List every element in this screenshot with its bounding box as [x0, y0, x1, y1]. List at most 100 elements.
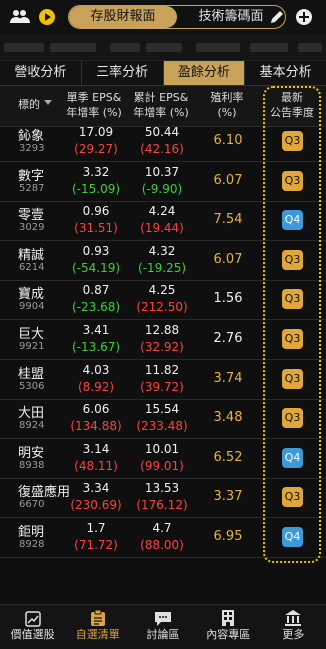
- add-circle-icon[interactable]: [294, 7, 314, 27]
- header-quarter-2: 公告季度: [270, 106, 314, 119]
- yield-value: 3.48: [213, 410, 243, 426]
- header-q-eps[interactable]: 單季 EPS&: [62, 91, 126, 105]
- cum-eps-value: 13.53: [144, 481, 180, 496]
- chat-icon: [130, 605, 195, 627]
- q-eps-value: 0.87: [82, 283, 110, 298]
- q-eps-yoy: (-23.68): [71, 300, 121, 315]
- cum-eps-yoy: (39.72): [140, 379, 184, 394]
- nav-watchlist[interactable]: 自選清單: [65, 605, 130, 649]
- nav-value-screen[interactable]: 價值選股: [0, 605, 65, 649]
- building-icon: [196, 605, 261, 627]
- q-eps-yoy: (134.88): [70, 419, 122, 434]
- ticker-blur: [4, 43, 44, 52]
- tab-fundamentals[interactable]: 基本分析: [245, 61, 326, 85]
- cum-eps-yoy: (32.92): [140, 340, 184, 354]
- segment-financial[interactable]: 存股財報面: [69, 6, 177, 28]
- tab-revenue[interactable]: 營收分析: [0, 61, 82, 85]
- table-row[interactable]: 數字 5287 3.32 (-15.09) 10.37 (-9.90) 6.07 Q3: [0, 162, 326, 202]
- yield-value: 1.56: [213, 291, 243, 307]
- cum-eps-yoy: (233.48): [136, 419, 188, 434]
- tab-earnings[interactable]: 盈餘分析: [163, 61, 246, 85]
- q-eps-value: 1.7: [86, 521, 106, 535]
- header-q-eps-yoy: 年增率 (%): [66, 106, 122, 119]
- stock-code: 9921: [19, 341, 45, 352]
- table-row[interactable]: 明安 8938 3.14 (48.11) 10.01 (99.01) 6.52 Q4: [0, 439, 326, 479]
- table-row[interactable]: 復盛應用 6670 3.34 (230.69) 13.53 (176.12) 3.37 Q3: [0, 478, 326, 519]
- stock-name: 零壹: [18, 208, 45, 224]
- table-row[interactable]: 巨大 9921 3.41 (-13.67) 12.88 (32.92) 2.76 Q3: [0, 320, 326, 360]
- table-header: 標的 單季 EPS& 年增率 (%) 累計 EPS& 年增率 (%) 殖利率 (…: [0, 86, 326, 127]
- table-row[interactable]: 大田 8924 6.06 (134.88) 15.54 (233.48) 3.48 Q3: [0, 399, 326, 440]
- stock-name: 寶成: [18, 287, 45, 303]
- clipboard-icon: [65, 605, 130, 627]
- nav-label: 內容專區: [206, 628, 251, 641]
- q-eps-value: 6.06: [82, 402, 110, 417]
- table-row[interactable]: 鉅明 8928 1.7 (71.72) 4.7 (88.00) 6.95 Q4: [0, 518, 326, 558]
- nav-more[interactable]: 更多: [261, 605, 326, 649]
- table-row[interactable]: 鈊象 3293 17.09 (29.27) 50.44 (42.16) 6.10 Q3: [0, 122, 326, 162]
- cum-eps-yoy: (-19.25): [137, 260, 187, 275]
- q-eps-yoy: (71.72): [74, 538, 118, 552]
- yield-value: 6.07: [213, 251, 243, 267]
- yield-value: 3.74: [213, 370, 243, 386]
- nav-label: 自選清單: [75, 628, 120, 641]
- header-name[interactable]: 標的: [14, 98, 44, 112]
- cum-eps-yoy: (42.16): [140, 142, 184, 156]
- quarter-badge: Q3: [282, 368, 303, 389]
- stock-name: 巨大: [18, 327, 45, 342]
- quarter-badge: Q3: [282, 408, 303, 429]
- stock-code: 8938: [19, 459, 45, 471]
- yield-value: 6.95: [213, 529, 243, 544]
- nav-label: 價值選股: [10, 628, 55, 641]
- table-row[interactable]: 桂盟 5306 4.03 (8.92) 11.82 (39.72) 3.74 Q3: [0, 360, 326, 400]
- ticker-blur: [146, 43, 182, 52]
- ticker-blur: [50, 43, 96, 52]
- q-eps-yoy: (-54.19): [71, 260, 121, 275]
- table-row[interactable]: 精誠 6214 0.93 (-54.19) 4.32 (-19.25) 6.07 Q3: [0, 241, 326, 281]
- quarter-badge: Q3: [282, 249, 303, 270]
- q-eps-yoy: (230.69): [70, 498, 122, 513]
- stock-code: 6214: [19, 261, 45, 273]
- cum-eps-yoy: (19.44): [140, 221, 184, 236]
- stock-code: 3293: [19, 143, 45, 154]
- q-eps-yoy: (31.51): [74, 221, 118, 236]
- play-circle-icon[interactable]: [37, 7, 57, 27]
- stock-code: 6670: [19, 499, 45, 511]
- header-yield[interactable]: 殖利率: [205, 91, 249, 105]
- pencil-icon[interactable]: [267, 7, 287, 27]
- stock-code: 9904: [19, 301, 45, 313]
- table-row[interactable]: 零壹 3029 0.96 (31.51) 4.24 (19.44) 7.54 Q4: [0, 201, 326, 242]
- nav-forum[interactable]: 討論區: [130, 605, 195, 649]
- header-cum-eps[interactable]: 累計 EPS&: [128, 91, 194, 105]
- header-quarter[interactable]: 最新: [266, 91, 318, 105]
- quarter-badge: Q4: [282, 210, 303, 231]
- q-eps-yoy: (8.92): [77, 379, 115, 394]
- stock-name: 鉅明: [18, 525, 45, 540]
- q-eps-value: 0.93: [82, 243, 110, 258]
- quarter-badge: Q3: [282, 289, 303, 310]
- nav-label: 更多: [282, 628, 305, 641]
- tab-margins[interactable]: 三率分析: [82, 61, 164, 85]
- users-icon[interactable]: [10, 7, 30, 27]
- analysis-tabs: 營收分析 三率分析 盈餘分析 基本分析: [0, 61, 326, 86]
- view-segment-control: 存股財報面 技術籌碼面: [68, 5, 286, 29]
- quarter-badge: Q3: [282, 131, 303, 151]
- header-cum-eps-yoy: 年增率 (%): [133, 106, 189, 119]
- yield-value: 6.10: [213, 133, 243, 148]
- quarter-badge: Q3: [282, 329, 303, 349]
- cum-eps-value: 12.88: [144, 323, 180, 337]
- q-eps-value: 17.09: [78, 125, 114, 139]
- sort-arrow-icon[interactable]: [44, 100, 52, 105]
- quarter-badge: Q4: [282, 447, 303, 468]
- quarter-badge: Q4: [282, 527, 303, 547]
- q-eps-value: 3.34: [82, 481, 110, 496]
- quarter-badge: Q3: [282, 170, 303, 191]
- table-row[interactable]: 寶成 9904 0.87 (-23.68) 4.25 (212.50) 1.56 Q3: [0, 280, 326, 321]
- ticker-blur: [110, 43, 140, 52]
- nav-content[interactable]: 內容專區: [196, 605, 261, 649]
- stock-name: 鈊象: [18, 129, 45, 144]
- header-yield-unit: (%): [217, 106, 237, 119]
- q-eps-value: 3.14: [82, 441, 110, 456]
- cum-eps-value: 4.7: [152, 521, 172, 535]
- q-eps-value: 4.03: [82, 362, 110, 377]
